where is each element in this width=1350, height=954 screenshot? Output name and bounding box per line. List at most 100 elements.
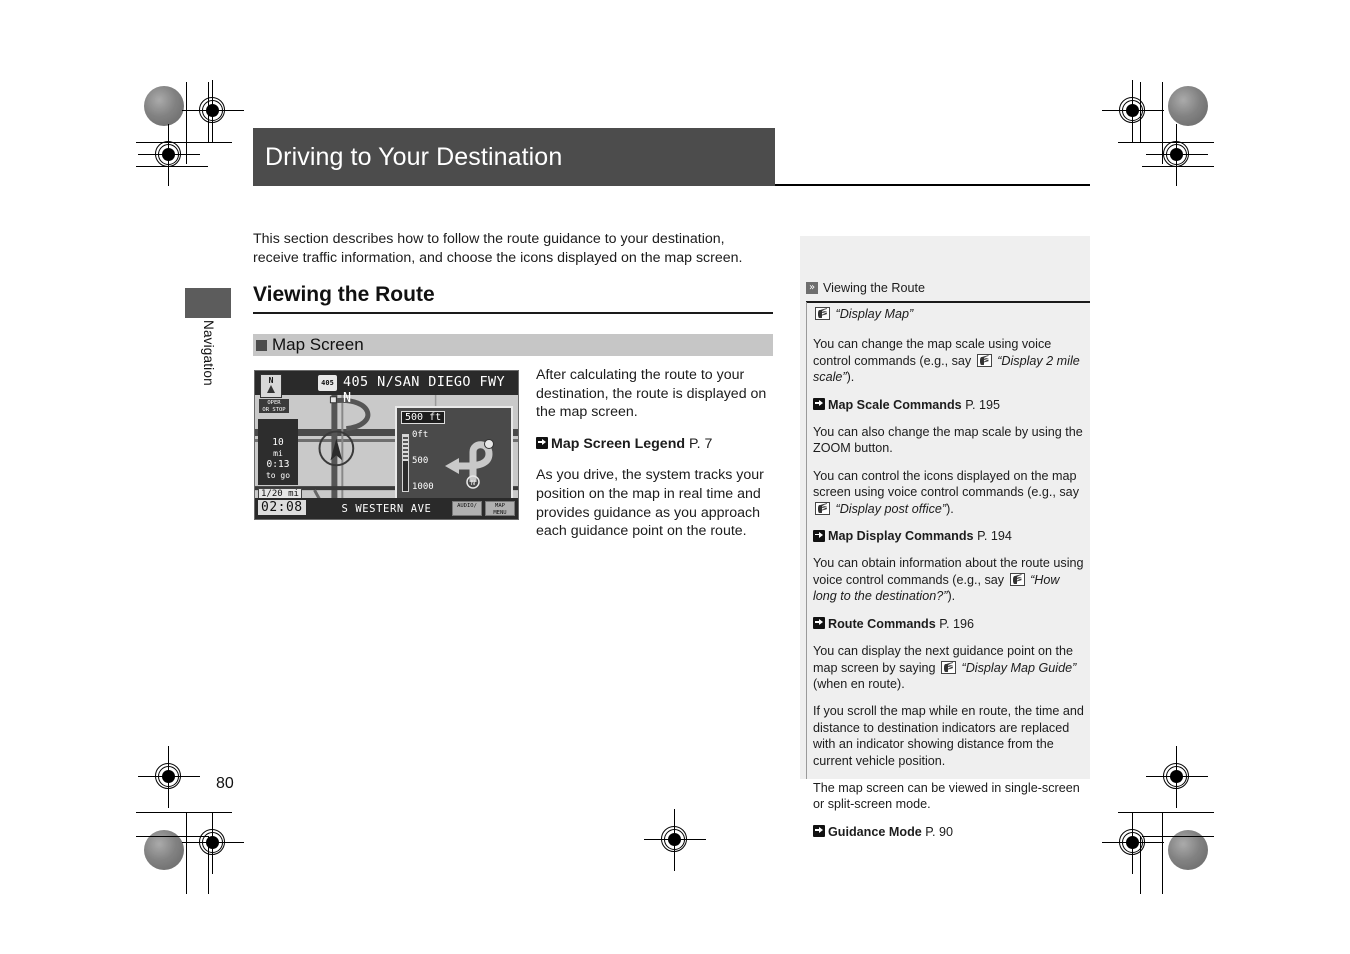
- compass-needle-icon: [267, 385, 275, 393]
- side-note-paragraph: The map screen can be viewed in single-s…: [813, 780, 1080, 812]
- reference-arrow-icon: [813, 398, 825, 411]
- body-paragraph-1: After calculating the route to your dest…: [536, 367, 767, 421]
- crop-line: [208, 836, 210, 894]
- map-menu-line-1: MAP: [495, 503, 505, 509]
- side-note-reference: Map Scale Commands P. 195: [813, 397, 1085, 413]
- crop-line: [1118, 812, 1214, 814]
- reference-name[interactable]: Map Scale Commands: [828, 398, 962, 412]
- side-note-title-label: Viewing the Route: [823, 281, 925, 295]
- side-note-body: “Display Map” You can change the map sca…: [813, 306, 1085, 851]
- registration-mark-bottom-right-inner: [1146, 746, 1208, 808]
- chapter-title-bar: Driving to Your Destination: [253, 128, 775, 186]
- eta-time: 0:13: [266, 459, 290, 470]
- side-note-reference: Guidance Mode P. 90: [813, 824, 1085, 840]
- compass-icon: N: [260, 374, 282, 398]
- map-status-bar: 02:08 S WESTERN AVE AUDIO/ MAP MENU: [255, 498, 518, 519]
- paragraph-text-before: You can control the icons displayed on t…: [813, 468, 1079, 500]
- distance-gauge-icon: [402, 434, 409, 492]
- print-density-dot-top-right: [1168, 86, 1208, 126]
- map-op-stop-indicator: OPER OR STOP: [259, 399, 289, 413]
- side-note-reference: Map Display Commands P. 194: [813, 528, 1085, 544]
- voice-command-icon: [1009, 572, 1025, 586]
- crop-line: [136, 812, 232, 814]
- paragraph-text-after: ).: [846, 370, 855, 385]
- body-text-column: After calculating the route to your dest…: [536, 366, 776, 554]
- route-shield-icon: 405: [318, 375, 337, 391]
- reference-arrow-icon: [813, 825, 825, 838]
- reference-arrow-icon: [813, 529, 825, 542]
- reference-page: P. 196: [939, 616, 975, 631]
- crop-line: [1142, 166, 1214, 168]
- reference-name[interactable]: Map Display Commands: [828, 529, 974, 543]
- distance-unit: mi: [273, 449, 283, 458]
- bullet-square-icon: [256, 339, 267, 351]
- paragraph-text-after: ).: [946, 501, 954, 516]
- eta-label: to go: [265, 471, 291, 480]
- print-density-dot-top-left: [144, 86, 184, 126]
- section-heading-label: Viewing the Route: [253, 283, 435, 306]
- side-note-paragraph: If you scroll the map while en route, th…: [813, 704, 1084, 768]
- map-screen-screenshot: 405 405 N/SAN DIEGO FWY N N OPER OR STOP…: [254, 370, 519, 520]
- crop-line: [136, 166, 208, 168]
- side-note-paragraph: You can obtain information about the rou…: [813, 555, 1085, 604]
- svg-text:N: N: [471, 479, 475, 487]
- gauge-tick-2: 1000: [412, 482, 434, 492]
- paragraph-text-after: ).: [947, 589, 956, 604]
- reference-name[interactable]: Map Screen Legend: [551, 436, 685, 452]
- map-menu-line-2: MENU: [493, 510, 507, 516]
- map-top-road-bar: 405 405 N/SAN DIEGO FWY N: [255, 371, 518, 406]
- crop-line: [1140, 82, 1142, 142]
- paragraph-text-after: (when en route).: [813, 676, 905, 691]
- reference-arrow-icon: [813, 617, 825, 630]
- section-heading-rule: [253, 312, 773, 315]
- voice-command-quote: “Display post office”: [835, 501, 947, 516]
- map-menu-button[interactable]: MAP MENU: [485, 501, 515, 516]
- voice-command-icon: [976, 353, 992, 367]
- map-road-name: 405 N/SAN DIEGO FWY N: [343, 374, 506, 406]
- crop-line: [1162, 82, 1164, 164]
- crop-line: [1118, 142, 1214, 144]
- subsection-heading-label: Map Screen: [272, 335, 364, 354]
- u-turn-arrow-icon: N: [445, 439, 494, 489]
- side-note-paragraph: You can change the map scale using voice…: [813, 336, 1085, 385]
- map-distance-time-panel: 10 mi 0:13 to go: [258, 419, 298, 485]
- audio-button[interactable]: AUDIO/: [452, 501, 482, 516]
- reference-page: P. 7: [688, 435, 713, 452]
- op-stop-line-2: OR STOP: [262, 406, 286, 413]
- side-note-left-rule: [806, 302, 808, 779]
- voice-command-icon: [941, 660, 957, 674]
- crop-line: [1162, 812, 1164, 894]
- side-note-paragraph: You can also change the map scale by usi…: [813, 425, 1083, 456]
- reference-page: P. 195: [965, 397, 1000, 412]
- reference-page: P. 90: [925, 824, 954, 839]
- voice-command-icon: [815, 501, 830, 515]
- section-heading: Viewing the Route: [253, 283, 773, 315]
- side-note-panel: » Viewing the Route “Display Map” You ca…: [800, 236, 1090, 839]
- guidance-distance: 500 ft: [401, 411, 446, 424]
- body-paragraph-2: As you drive, the system tracks your pos…: [536, 467, 764, 540]
- registration-mark-top-left: [182, 80, 244, 142]
- side-note-paragraph: You can control the icons displayed on t…: [813, 468, 1085, 517]
- registration-mark-bottom-right: [1102, 812, 1164, 874]
- gauge-tick-0: 0ft: [412, 430, 429, 440]
- gauge-tick-1: 500: [412, 456, 429, 466]
- side-note-reference: Route Commands P. 196: [813, 616, 1085, 632]
- side-note-paragraph: You can display the next guidance point …: [813, 643, 1085, 692]
- compass-letter: N: [268, 376, 274, 385]
- reference-arrow-icon: [536, 437, 548, 450]
- registration-mark-bottom-left-inner: [138, 746, 200, 808]
- crop-line: [1142, 836, 1214, 838]
- registration-mark-top-right: [1102, 80, 1164, 142]
- crop-line: [186, 812, 188, 894]
- title-rule: [775, 184, 1090, 186]
- page-number: 80: [216, 775, 234, 792]
- crop-line: [136, 836, 208, 838]
- reference-page: P. 194: [977, 529, 1012, 544]
- page-title: Driving to Your Destination: [265, 142, 563, 171]
- side-note-voice-command: “Display Map”: [813, 306, 1085, 322]
- side-note-rule: [806, 301, 1090, 303]
- distance-value: 10: [272, 437, 284, 448]
- reference-name[interactable]: Route Commands: [828, 617, 936, 631]
- reference-name[interactable]: Guidance Mode: [828, 825, 922, 839]
- side-note-title: » Viewing the Route: [806, 281, 925, 295]
